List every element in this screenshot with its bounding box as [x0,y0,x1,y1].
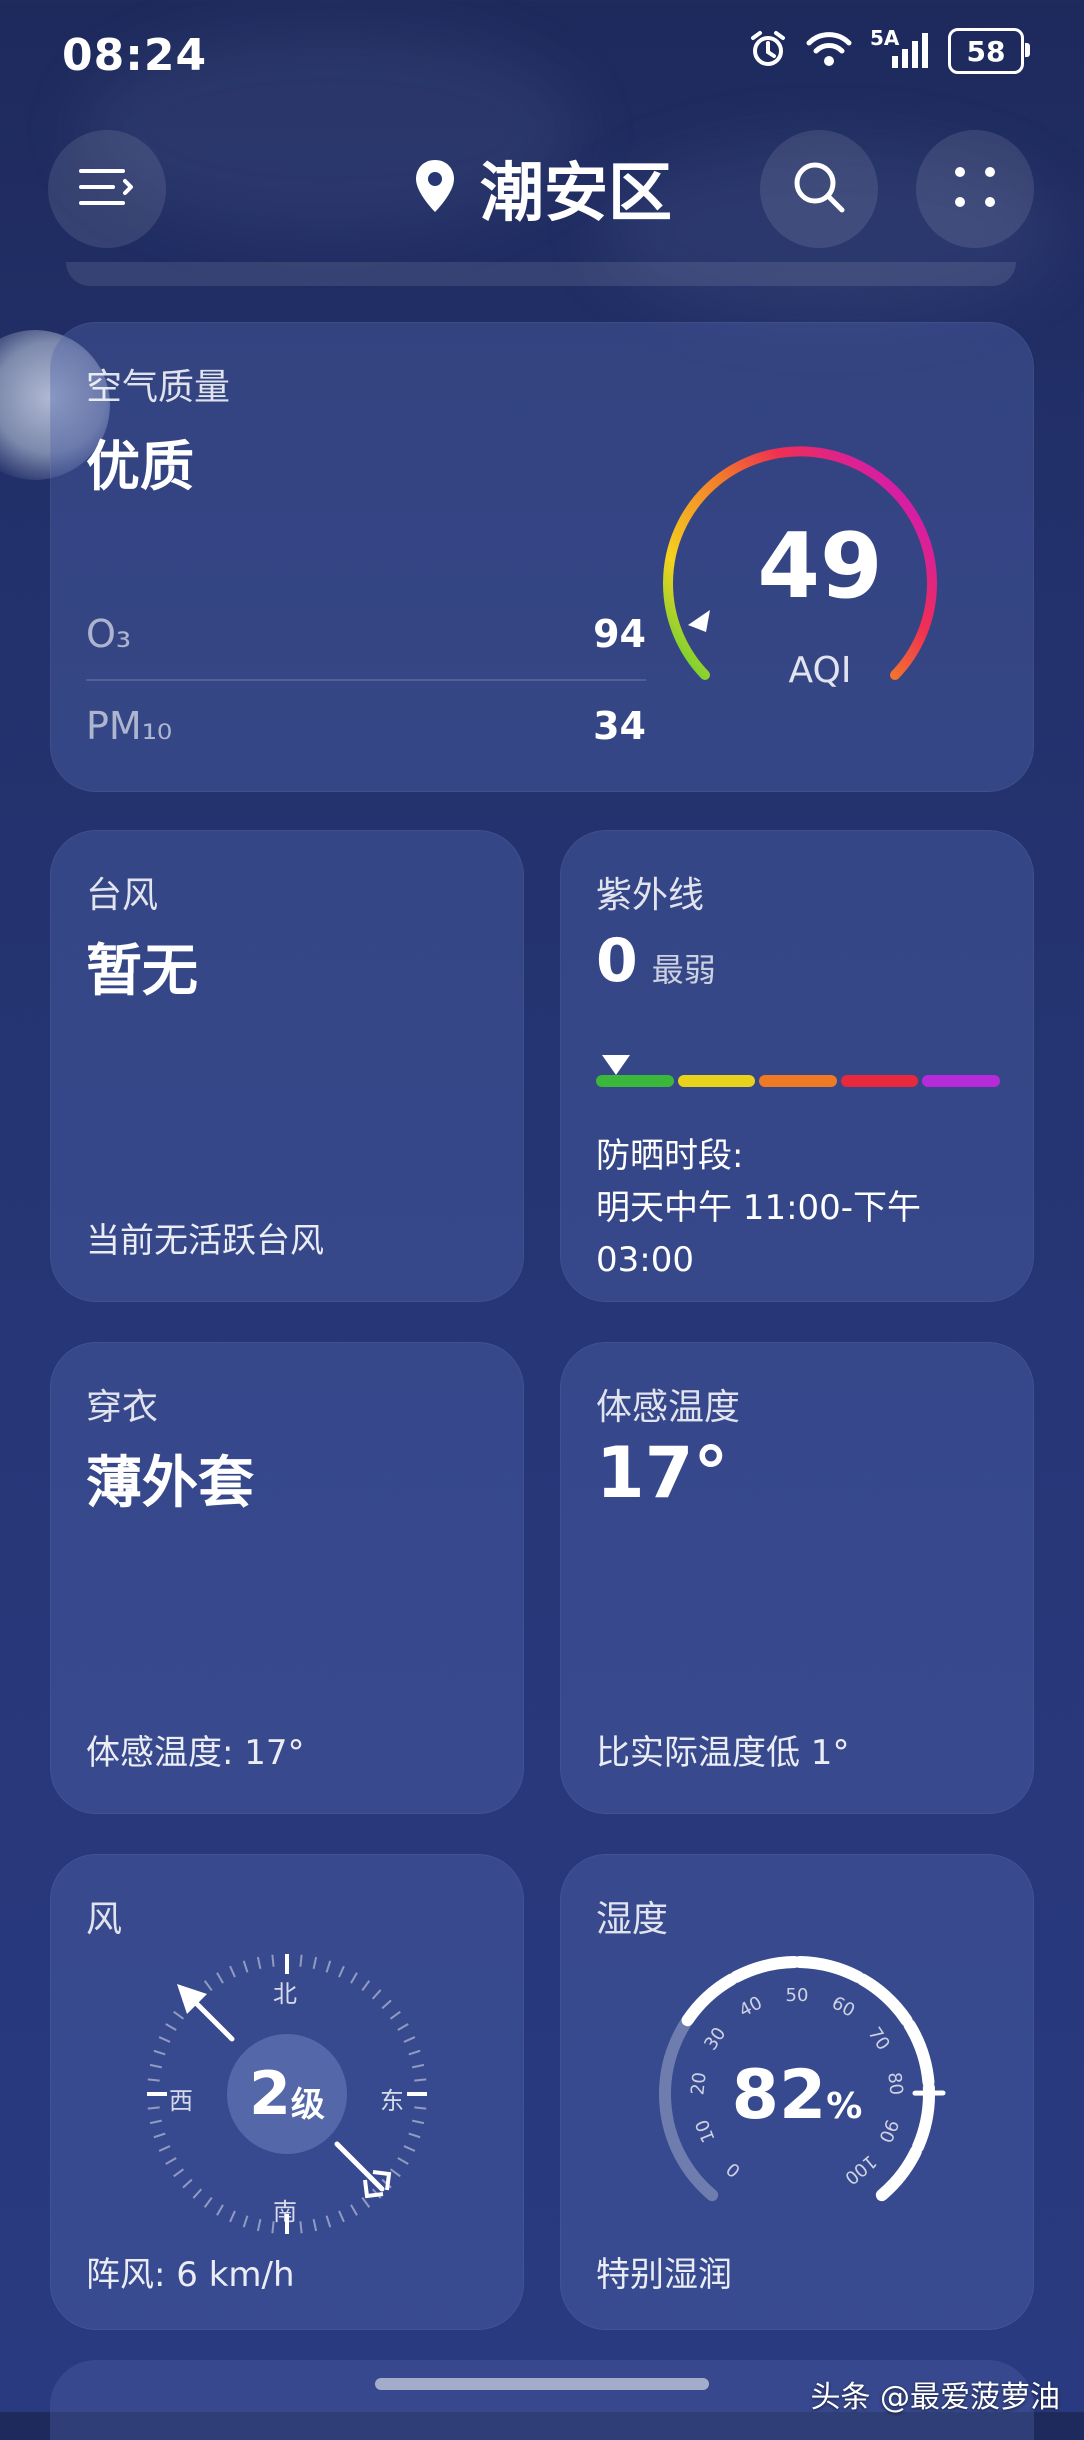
humidity-card[interactable]: 湿度 0102030405060708090100 82% 特别湿润 [560,1854,1034,2330]
clothing-title: 穿衣 [86,1378,158,1430]
humidity-tick-label: 50 [786,1985,809,2006]
location-pin-icon [412,158,458,218]
typhoon-note: 当前无活跃台风 [86,1213,324,1262]
wind-level-unit: 级 [291,2077,325,2126]
uv-scale-segment [678,1075,756,1087]
search-icon [789,157,849,221]
uv-protect-time-line1: 明天中午 11:00-下午 [596,1182,921,1234]
feels-like-value: 17° [596,1432,728,1514]
signal-icon: 5A [870,30,930,72]
city-name: 潮安区 [480,142,672,234]
pm10-value: 34 [593,704,646,748]
wind-level-badge: 2 级 [227,2034,347,2154]
feels-like-title: 体感温度 [596,1378,740,1430]
air-quality-level: 优质 [86,422,194,501]
search-button[interactable] [760,130,878,248]
battery-indicator: 58 [948,28,1024,74]
feels-like-card[interactable]: 体感温度 17° 比实际温度低 1° [560,1342,1034,1814]
uv-level: 最弱 [652,945,716,991]
humidity-tick-label: 100 [840,2150,880,2188]
wind-title: 风 [86,1890,122,1942]
home-indicator[interactable] [375,2378,709,2390]
alarm-icon [748,29,788,73]
uv-scale-segment [759,1075,837,1087]
uv-scale-segment [841,1075,919,1087]
o3-value: 94 [593,612,646,656]
watermark: 头条 @最爱菠萝油 [810,2372,1060,2416]
humidity-unit: % [826,2086,862,2127]
humidity-tick-label: 30 [700,2024,730,2055]
pm10-row: PM₁₀ 34 [86,704,646,748]
o3-row: O₃ 94 [86,612,646,656]
compass-south: 南 [273,2192,297,2227]
clothing-note: 体感温度: 17° [86,1725,305,1774]
humidity-tick-label: 40 [736,1992,766,2021]
wind-gust: 阵风: 6 km/h [86,2247,295,2296]
uv-scale-bar [596,1075,1000,1087]
status-bar: 08:24 5A 58 [0,0,1084,110]
humidity-tick-label: 60 [828,1992,858,2021]
humidity-tick-label: 70 [864,2024,894,2055]
status-time: 08:24 [62,30,207,81]
humidity-readout: 82% [647,2056,947,2135]
uv-card[interactable]: 紫外线 0 最弱 防晒时段: 明天中午 11:00-下午 03:00 [560,830,1034,1302]
uv-pointer [602,1055,630,1075]
compass-north: 北 [273,1974,297,2009]
humidity-note: 特别湿润 [596,2247,732,2296]
typhoon-value: 暂无 [86,926,198,1007]
humidity-gauge: 0102030405060708090100 82% [647,1944,947,2244]
pm10-label: PM₁₀ [86,704,172,748]
air-quality-title: 空气质量 [86,358,230,410]
uv-title: 紫外线 [596,866,704,918]
compass-west: 西 [169,2081,193,2116]
clothing-card[interactable]: 穿衣 薄外套 体感温度: 17° [50,1342,524,1814]
feels-like-note: 比实际温度低 1° [596,1725,849,1774]
previous-card-edge [66,262,1016,286]
uv-protect-label: 防晒时段: [596,1130,921,1182]
aqi-value: 49 [650,514,990,619]
top-bar: 潮安区 [0,130,1084,250]
wind-level-value: 2 [249,2059,291,2129]
wind-compass: 北 南 西 东 2 级 [137,1944,437,2244]
aq-divider [86,679,646,681]
aqi-label: AQI [650,650,990,691]
o3-label: O₃ [86,612,131,656]
clothing-value: 薄外套 [86,1438,254,1519]
humidity-value: 82 [732,2056,827,2135]
uv-protect-time-line2: 03:00 [596,1234,921,1286]
uv-value: 0 [596,926,638,996]
humidity-tick-label: 0 [723,2158,745,2181]
more-button[interactable] [916,130,1034,248]
wind-card[interactable]: 风 北 南 西 东 2 级 阵风: 6 km/h [50,1854,524,2330]
compass-east: 东 [380,2081,404,2116]
more-dots-icon [952,164,998,214]
typhoon-title: 台风 [86,866,158,918]
air-quality-card[interactable]: 空气质量 优质 O₃ 94 PM₁₀ 34 49 AQI [50,322,1034,792]
uv-scale-segment [596,1075,674,1087]
uv-scale-segment [922,1075,1000,1087]
wifi-icon [806,30,852,72]
aqi-gauge: 49 AQI [650,442,990,742]
typhoon-card[interactable]: 台风 暂无 当前无活跃台风 [50,830,524,1302]
humidity-title: 湿度 [596,1890,668,1942]
